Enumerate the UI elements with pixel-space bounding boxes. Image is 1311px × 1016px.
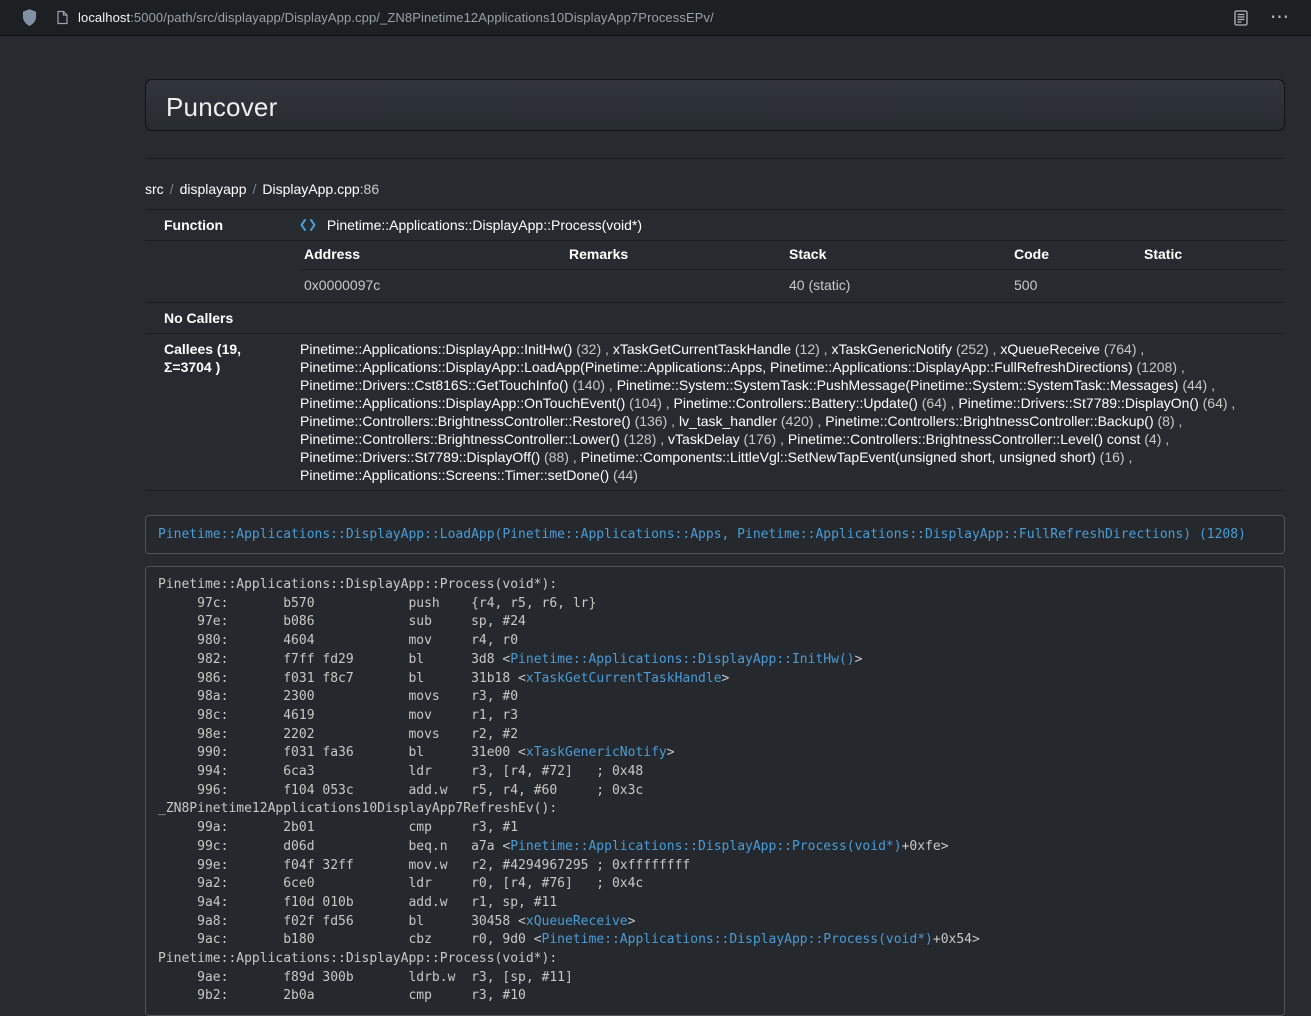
breadcrumb-line-number: :86 — [360, 181, 379, 197]
highlighted-callee-link[interactable]: Pinetime::Applications::DisplayApp::Load… — [158, 527, 1246, 542]
breadcrumb-file[interactable]: DisplayApp.cpp — [262, 181, 359, 197]
code-symbol-link[interactable]: xTaskGetCurrentTaskHandle — [526, 671, 722, 686]
callee-link[interactable]: Pinetime::Applications::DisplayApp::Init… — [300, 341, 572, 357]
callee-link[interactable]: Pinetime::Controllers::BrightnessControl… — [300, 413, 631, 429]
url-bar[interactable]: localhost:5000/path/src/displayapp/Displ… — [78, 10, 714, 25]
stats-header-row: Address Remarks Stack Code Static — [302, 241, 1285, 270]
remarks-value — [567, 270, 787, 303]
url-path: :5000/path/src/displayapp/DisplayApp.cpp… — [130, 10, 714, 25]
page-container: Puncover src / displayapp / DisplayApp.cpp:8… — [145, 79, 1285, 1016]
function-table: Function Pinetime::Applications::Display… — [145, 209, 1285, 491]
callee-link[interactable]: Pinetime::Drivers::Cst816S::GetTouchInfo… — [300, 377, 568, 393]
function-label: Function — [145, 210, 292, 241]
callee-link[interactable]: vTaskDelay — [668, 431, 740, 447]
browser-toolbar: localhost:5000/path/src/displayapp/Displ… — [0, 0, 1311, 36]
callee-link[interactable]: xTaskGetCurrentTaskHandle — [613, 341, 791, 357]
page-title-box: Puncover — [145, 79, 1285, 131]
function-row: Function Pinetime::Applications::Display… — [145, 210, 1285, 241]
callee-link[interactable]: Pinetime::Drivers::St7789::DisplayOff() — [300, 449, 540, 465]
code-value: 500 — [1012, 270, 1142, 303]
url-host: localhost — [78, 10, 130, 25]
static-value — [1142, 270, 1285, 303]
callees-row: Callees (19, Σ=3704 ) Pinetime::Applicat… — [145, 334, 1285, 491]
shield-icon[interactable] — [22, 9, 37, 26]
breadcrumb: src / displayapp / DisplayApp.cpp:86 — [145, 181, 1285, 197]
breadcrumb-src[interactable]: src — [145, 181, 164, 197]
callee-link[interactable]: Pinetime::System::SystemTask::PushMessag… — [617, 377, 1179, 393]
callee-link[interactable]: Pinetime::Applications::Screens::Timer::… — [300, 467, 609, 483]
page-proxy-icon[interactable] — [56, 10, 69, 25]
reader-mode-icon[interactable] — [1234, 10, 1248, 26]
divider — [145, 158, 1285, 159]
callee-link[interactable]: xQueueReceive — [1000, 341, 1100, 357]
stats-value-row: 0x0000097c 40 (static) 500 — [302, 270, 1285, 303]
column-stack: Stack — [787, 241, 1012, 270]
callee-link[interactable]: Pinetime::Controllers::Battery::Update() — [674, 395, 918, 411]
function-symbol: Pinetime::Applications::DisplayApp::Proc… — [327, 217, 642, 233]
callee-link[interactable]: Pinetime::Applications::DisplayApp::OnTo… — [300, 395, 625, 411]
no-callers-label: No Callers — [145, 303, 292, 334]
callee-link[interactable]: Pinetime::Controllers::BrightnessControl… — [300, 431, 620, 447]
callee-link[interactable]: Pinetime::Components::LittleVgl::SetNewT… — [581, 449, 1096, 465]
code-symbol-link[interactable]: Pinetime::Applications::DisplayApp::Proc… — [510, 839, 901, 854]
address-value: 0x0000097c — [302, 270, 567, 303]
highlighted-callee-box: Pinetime::Applications::DisplayApp::Load… — [145, 515, 1285, 554]
callee-link[interactable]: lv_task_handler — [679, 413, 777, 429]
symbol-type-icon — [300, 217, 327, 233]
details-row: Address Remarks Stack Code Static 0x0000… — [145, 241, 1285, 303]
column-remarks: Remarks — [567, 241, 787, 270]
code-symbol-link[interactable]: xQueueReceive — [526, 914, 628, 929]
callee-link[interactable]: xTaskGenericNotify — [831, 341, 952, 357]
breadcrumb-separator: / — [253, 181, 257, 197]
callee-link[interactable]: Pinetime::Controllers::BrightnessControl… — [788, 431, 1140, 447]
page-title: Puncover — [166, 92, 1264, 123]
breadcrumb-displayapp[interactable]: displayapp — [180, 181, 247, 197]
overflow-menu-icon[interactable]: ⋯ — [1270, 8, 1289, 27]
callees-label: Callees (19, Σ=3704 ) — [145, 334, 292, 491]
disassembly-code: Pinetime::Applications::DisplayApp::Proc… — [145, 566, 1285, 1016]
callee-link[interactable]: Pinetime::Drivers::St7789::DisplayOn() — [958, 395, 1198, 411]
code-symbol-link[interactable]: Pinetime::Applications::DisplayApp::Proc… — [542, 932, 933, 947]
symbol-stats-table: Address Remarks Stack Code Static 0x0000… — [302, 241, 1285, 302]
stack-value: 40 (static) — [787, 270, 1012, 303]
column-static: Static — [1142, 241, 1285, 270]
no-callers-row: No Callers — [145, 303, 1285, 334]
details-label-empty — [145, 241, 292, 303]
column-address: Address — [302, 241, 567, 270]
breadcrumb-separator: / — [170, 181, 174, 197]
no-callers-empty-cell — [292, 303, 1285, 334]
code-symbol-link[interactable]: xTaskGenericNotify — [526, 745, 667, 760]
callees-list: Pinetime::Applications::DisplayApp::Init… — [292, 334, 1285, 491]
callee-link[interactable]: Pinetime::Controllers::BrightnessControl… — [825, 413, 1153, 429]
callee-link[interactable]: Pinetime::Applications::DisplayApp::Load… — [300, 359, 1133, 375]
column-code: Code — [1012, 241, 1142, 270]
code-symbol-link[interactable]: Pinetime::Applications::DisplayApp::Init… — [510, 652, 854, 667]
